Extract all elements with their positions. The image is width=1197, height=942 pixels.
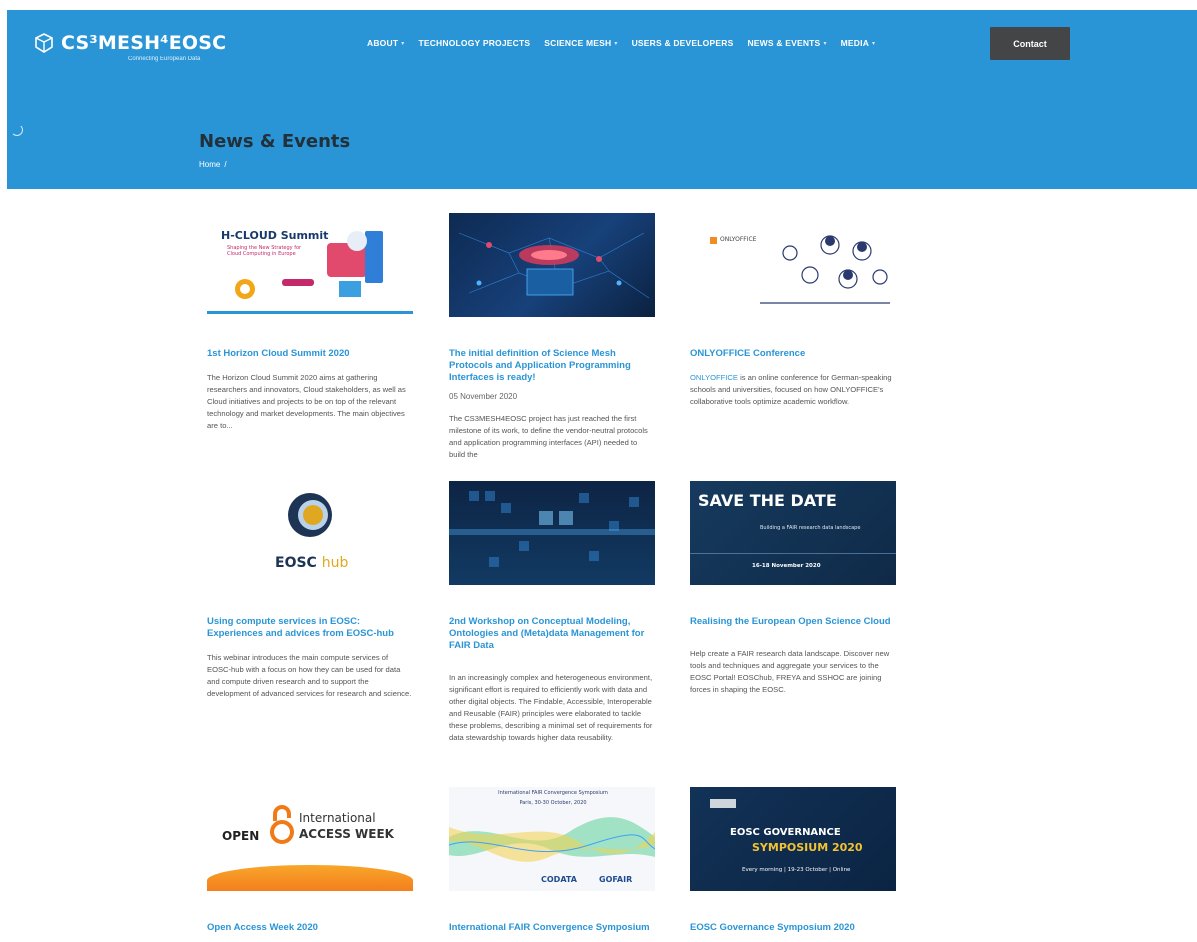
eosc-label: EOSC hub <box>275 555 349 571</box>
page-title: News & Events <box>199 131 351 152</box>
card-title[interactable]: Realising the European Open Science Clou… <box>690 616 896 628</box>
card-date: 05 November 2020 <box>449 392 518 401</box>
nav-news-events[interactable]: NEWS & EVENTS ▾ <box>747 38 826 48</box>
card-title[interactable]: Open Access Week 2020 <box>207 922 413 934</box>
nav-media[interactable]: MEDIA ▾ <box>841 38 876 48</box>
nav-label: TECHNOLOGY PROJECTS <box>418 38 531 48</box>
codata-logo: CODATA <box>541 875 577 884</box>
eu-logo-icon <box>710 799 736 808</box>
card-excerpt: Help create a FAIR research data landsca… <box>690 649 890 694</box>
news-card: ONLYOFFICE ONLYOFFICE Conference ONLYOFF… <box>690 213 896 408</box>
card-thumbnail[interactable]: OPEN International ACCESS WEEK <box>207 787 413 891</box>
card-excerpt: In an increasingly complex and heterogen… <box>449 673 653 742</box>
chevron-down-icon: ▾ <box>401 40 405 47</box>
oaw-access-week: ACCESS WEEK <box>299 827 394 841</box>
news-card: EOSC GOVERNANCE SYMPOSIUM 2020 Every mor… <box>690 787 896 934</box>
thumb-date: 16-18 November 2020 <box>752 563 821 569</box>
thumb-title: EOSC GOVERNANCE <box>730 827 841 838</box>
card-title[interactable]: The initial definition of Science Mesh P… <box>449 348 655 384</box>
news-card: EOSC hub Using compute services in EOSC:… <box>207 481 413 700</box>
card-excerpt: This webinar introduces the main compute… <box>207 653 412 698</box>
card-thumbnail[interactable] <box>449 213 655 317</box>
news-card: H-CLOUD Summit Shaping the New Strategy … <box>207 213 413 432</box>
card-title[interactable]: 1st Horizon Cloud Summit 2020 <box>207 348 413 360</box>
main-nav: ABOUT ▾ TECHNOLOGY PROJECTS SCIENCE MESH ▾… <box>367 38 875 48</box>
news-card: International FAIR Convergence Symposium… <box>449 787 655 934</box>
people-illustration-icon <box>760 235 890 304</box>
nav-science-mesh[interactable]: SCIENCE MESH ▾ <box>544 38 617 48</box>
thumb-subtitle: Building a FAIR research data landscape <box>760 525 861 531</box>
nav-about[interactable]: ABOUT ▾ <box>367 38 404 48</box>
contact-button[interactable]: Contact <box>990 27 1070 60</box>
news-card: SAVE THE DATE Building a FAIR research d… <box>690 481 896 696</box>
card-excerpt: ONLYOFFICE is an online conference for G… <box>690 372 896 408</box>
divider <box>690 553 896 554</box>
onlyoffice-link[interactable]: ONLYOFFICE <box>690 373 738 382</box>
nav-users-developers[interactable]: USERS & DEVELOPERS <box>632 38 734 48</box>
card-title[interactable]: EOSC Governance Symposium 2020 <box>690 922 896 934</box>
news-card: 2nd Workshop on Conceptual Modeling, Ont… <box>449 481 655 744</box>
thumb-subtitle: Every morning | 19-23 October | Online <box>742 867 851 873</box>
news-card: OPEN International ACCESS WEEK Open Acce… <box>207 787 413 934</box>
card-thumbnail[interactable]: H-CLOUD Summit Shaping the New Strategy … <box>207 213 413 317</box>
cloud-illustration-icon <box>207 231 413 314</box>
sun-graphic <box>207 865 413 891</box>
nav-label: NEWS & EVENTS <box>747 38 821 48</box>
breadcrumb-separator: / <box>224 160 227 169</box>
card-thumbnail[interactable]: International FAIR Convergence Symposium… <box>449 787 655 891</box>
network-illustration-icon <box>458 232 650 299</box>
nav-technology-projects[interactable]: TECHNOLOGY PROJECTS <box>418 38 530 48</box>
nav-label: USERS & DEVELOPERS <box>631 38 734 48</box>
card-thumbnail[interactable]: ONLYOFFICE <box>690 213 896 317</box>
oaw-open: OPEN <box>222 829 260 843</box>
logo-text: CS³MESH⁴EOSC <box>61 32 227 54</box>
card-title[interactable]: Using compute services in EOSC: Experien… <box>207 616 413 640</box>
thumb-title-2: SYMPOSIUM 2020 <box>752 841 863 854</box>
nav-label: ABOUT <box>367 38 399 48</box>
breadcrumb: Home / <box>199 160 227 169</box>
hero-banner: CS³MESH⁴EOSC Connecting European Data AB… <box>7 10 1197 189</box>
breadcrumb-home[interactable]: Home <box>199 160 220 169</box>
nav-label: SCIENCE MESH <box>544 38 612 48</box>
chevron-down-icon: ▾ <box>823 40 827 47</box>
card-excerpt: The Horizon Cloud Summit 2020 aims at ga… <box>207 373 406 430</box>
gofair-logo: GOFAIR <box>599 875 633 884</box>
site-logo[interactable]: CS³MESH⁴EOSC Connecting European Data <box>33 32 227 62</box>
card-title[interactable]: International FAIR Convergence Symposium <box>449 922 655 934</box>
card-excerpt: The CS3MESH4EOSC project has just reache… <box>449 414 648 459</box>
card-title[interactable]: ONLYOFFICE Conference <box>690 348 896 360</box>
chevron-down-icon: ▾ <box>614 40 618 47</box>
card-thumbnail[interactable]: EOSC GOVERNANCE SYMPOSIUM 2020 Every mor… <box>690 787 896 891</box>
news-card: The initial definition of Science Mesh P… <box>449 213 655 461</box>
chevron-down-icon: ▾ <box>872 40 876 47</box>
open-access-lock-icon <box>270 805 294 844</box>
oaw-international: International <box>299 811 376 825</box>
thumb-title: SAVE THE DATE <box>698 491 837 510</box>
loading-spinner-icon <box>11 124 23 136</box>
cube-logo-icon <box>35 33 53 53</box>
nav-label: MEDIA <box>840 38 870 48</box>
card-thumbnail[interactable] <box>449 481 655 585</box>
data-grid-illustration-icon <box>449 491 655 567</box>
card-thumbnail[interactable]: SAVE THE DATE Building a FAIR research d… <box>690 481 896 585</box>
logo-tagline: Connecting European Data <box>128 56 201 62</box>
card-title[interactable]: 2nd Workshop on Conceptual Modeling, Ont… <box>449 616 655 652</box>
card-thumbnail[interactable]: EOSC hub <box>207 481 413 585</box>
